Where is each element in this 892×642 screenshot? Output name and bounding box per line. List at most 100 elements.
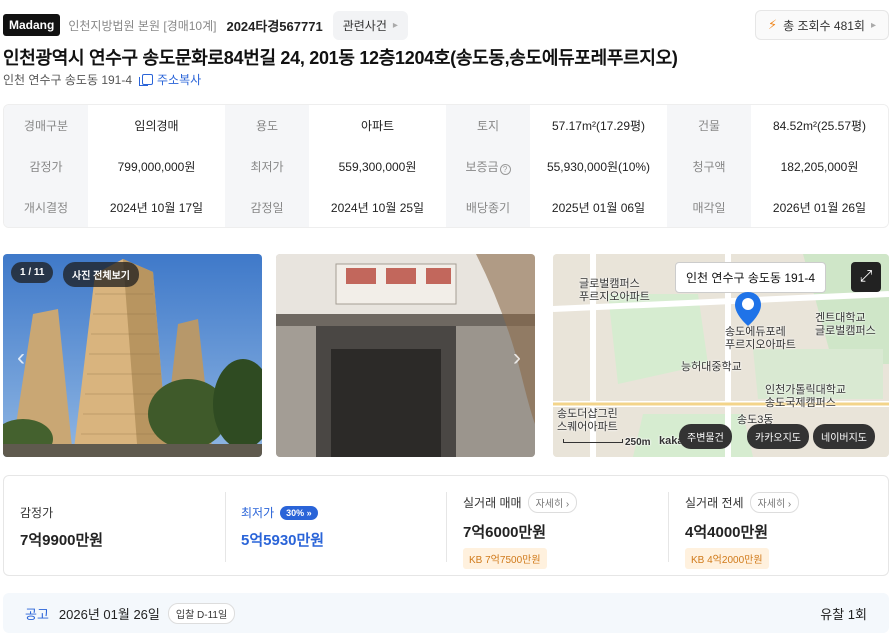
info-key: 경매구분 bbox=[4, 105, 88, 146]
info-value: 아파트 bbox=[309, 105, 446, 146]
related-cases-button[interactable]: 관련사건 ▸ bbox=[332, 10, 408, 40]
info-key: 보증금? bbox=[446, 146, 530, 187]
copy-address-button[interactable]: 주소복사 bbox=[139, 71, 202, 88]
jeonse-detail-button[interactable]: 자세히 › bbox=[749, 492, 800, 513]
info-value: 2025년 01월 06일 bbox=[530, 187, 667, 227]
map-pin-label: 인천 연수구 송도동 191-4 bbox=[675, 262, 827, 293]
info-value: 2024년 10월 25일 bbox=[309, 187, 446, 227]
appraisal-value: 7억9900만원 bbox=[20, 532, 104, 549]
view-all-photos-button[interactable]: 사진 전체보기 bbox=[63, 262, 139, 287]
copy-icon bbox=[139, 74, 154, 86]
map-pin-icon bbox=[735, 292, 761, 326]
info-value: 57.17m²(17.29평) bbox=[530, 105, 667, 146]
deposit-key: 보증금 bbox=[465, 160, 499, 174]
view-count-label: 총 조회수 481회 bbox=[783, 18, 865, 33]
info-key: 최저가 bbox=[225, 146, 309, 187]
map-scale-bar bbox=[563, 439, 623, 443]
discount-percent: 30% bbox=[286, 507, 305, 518]
divider bbox=[446, 492, 447, 562]
info-key: 건물 bbox=[667, 105, 751, 146]
info-key: 청구액 bbox=[667, 146, 751, 187]
location-map[interactable]: 인천 연수구 송도동 191-4 ⤢ 글로벌캠퍼스 푸르지오아파트 송도에듀포레… bbox=[553, 254, 889, 457]
chevron-right-icon: ▸ bbox=[392, 19, 398, 31]
divider bbox=[668, 492, 669, 562]
info-key: 개시결정 bbox=[4, 187, 88, 227]
chevron-left-icon[interactable]: ‹ bbox=[17, 344, 25, 372]
info-value: 799,000,000원 bbox=[88, 146, 225, 187]
nearby-items-button[interactable]: 주변물건 bbox=[679, 424, 732, 449]
map-place: 겐트대학교 글로벌캠퍼스 bbox=[815, 312, 876, 337]
appraisal-label: 감정가 bbox=[20, 506, 54, 520]
court-name: 인천지방법원 본원 [경매10계] bbox=[68, 18, 217, 33]
info-value: 2026년 01월 26일 bbox=[751, 187, 888, 227]
table-row: 개시결정 2024년 10월 17일 감정일 2024년 10월 25일 배당종… bbox=[4, 187, 888, 227]
info-key: 감정가 bbox=[4, 146, 88, 187]
info-key: 용도 bbox=[225, 105, 309, 146]
kb-sale-price: KB 7억7500만원 bbox=[463, 548, 547, 569]
detail-label: 자세히 bbox=[535, 499, 564, 510]
entrance-photo bbox=[276, 254, 535, 457]
brand-logo[interactable]: Madang bbox=[3, 14, 61, 36]
map-place: 글로벌캠퍼스 푸르지오아파트 bbox=[579, 278, 650, 303]
property-photo-1[interactable]: 1 / 11 사진 전체보기 ‹ bbox=[3, 254, 262, 457]
detail-label: 자세히 bbox=[757, 499, 786, 510]
info-key: 배당종기 bbox=[446, 187, 530, 227]
kakao-map-button[interactable]: 카카오지도 bbox=[747, 424, 809, 449]
photo-counter: 1 / 11 bbox=[11, 262, 54, 283]
map-place: 능허대중학교 bbox=[681, 361, 742, 373]
help-icon[interactable]: ? bbox=[499, 164, 511, 175]
bolt-icon: ⚡ bbox=[767, 17, 778, 32]
failed-bid-count: 유찰 1회 bbox=[820, 606, 867, 622]
discount-badge[interactable]: 30% » bbox=[280, 505, 318, 520]
sale-price: 실거래 매매 자세히 › 7억6000만원 KB 7억7500만원 bbox=[463, 476, 578, 575]
jeonse-value: 4억4000만원 bbox=[685, 524, 769, 541]
info-key: 토지 bbox=[446, 105, 530, 146]
address-row: 인천 연수구 송도동 191-4 주소복사 bbox=[3, 71, 201, 88]
page-title: 인천광역시 연수구 송도문화로84번길 24, 201동 12층1204호(송도… bbox=[3, 48, 678, 68]
chevron-down-icon: » bbox=[306, 507, 312, 518]
table-row: 경매구분 임의경매 용도 아파트 토지 57.17m²(17.29평) 건물 8… bbox=[4, 105, 888, 146]
info-value: 55,930,000원(10%) bbox=[530, 146, 667, 187]
jibun-address: 인천 연수구 송도동 191-4 bbox=[3, 73, 133, 87]
chevron-right-icon: ▸ bbox=[870, 19, 876, 31]
fullscreen-icon[interactable]: ⤢ bbox=[851, 262, 881, 292]
sale-label-row: 실거래 매매 자세히 › bbox=[463, 492, 578, 513]
notice-label: 공고 bbox=[25, 606, 49, 622]
dday-badge: 입찰 D-11일 bbox=[167, 602, 236, 624]
case-number: 2024타경567771 bbox=[226, 18, 323, 34]
map-place: 송도에듀포레 푸르지오아파트 bbox=[725, 326, 796, 351]
info-value: 182,205,000원 bbox=[751, 146, 888, 187]
info-value: 84.52m²(25.57평) bbox=[751, 105, 888, 146]
related-cases-label: 관련사건 bbox=[342, 18, 387, 33]
sale-detail-button[interactable]: 자세히 › bbox=[527, 492, 578, 513]
minimum-label-row: 최저가 30% » bbox=[241, 504, 324, 521]
minimum-label: 최저가 bbox=[241, 506, 275, 520]
notice-date: 2026년 01월 26일 bbox=[58, 606, 160, 622]
view-count-button[interactable]: ⚡ 총 조회수 481회 ▸ bbox=[754, 10, 889, 40]
info-key: 매각일 bbox=[667, 187, 751, 227]
naver-map-button[interactable]: 네이버지도 bbox=[813, 424, 875, 449]
kb-jeonse-price: KB 4억2000만원 bbox=[685, 548, 769, 569]
map-place: 인천가톨릭대학교 송도국제캠퍼스 bbox=[765, 384, 846, 409]
price-summary: 감정가 7억9900만원 최저가 30% » 5억5930만원 실거래 매매 자… bbox=[3, 475, 889, 576]
info-key: 감정일 bbox=[225, 187, 309, 227]
property-photo-2[interactable]: › bbox=[276, 254, 535, 457]
auction-info-table: 경매구분 임의경매 용도 아파트 토지 57.17m²(17.29평) 건물 8… bbox=[3, 104, 889, 228]
sale-value: 7억6000만원 bbox=[463, 524, 547, 541]
appraisal-price: 감정가 7억9900만원 bbox=[20, 476, 103, 575]
jeonse-label-row: 실거래 전세 자세히 › bbox=[685, 492, 800, 513]
minimum-value: 5억5930만원 bbox=[241, 532, 325, 549]
auction-notice-bar: 공고 2026년 01월 26일 입찰 D-11일 유찰 1회 bbox=[3, 593, 889, 633]
info-value: 2024년 10월 17일 bbox=[88, 187, 225, 227]
chevron-right-icon[interactable]: › bbox=[513, 344, 521, 372]
table-row: 감정가 799,000,000원 최저가 559,300,000원 보증금? 5… bbox=[4, 146, 888, 187]
minimum-price: 최저가 30% » 5억5930만원 bbox=[241, 476, 324, 575]
jeonse-label: 실거래 전세 bbox=[685, 496, 744, 510]
sale-label: 실거래 매매 bbox=[463, 496, 522, 510]
map-place: 송도더샵그린 스퀘어아파트 bbox=[557, 408, 618, 433]
map-scale: 250m bbox=[625, 437, 651, 448]
divider bbox=[225, 492, 226, 562]
copy-address-label: 주소복사 bbox=[157, 73, 202, 87]
jeonse-price: 실거래 전세 자세히 › 4억4000만원 KB 4억2000만원 bbox=[685, 476, 800, 575]
info-value: 559,300,000원 bbox=[309, 146, 446, 187]
